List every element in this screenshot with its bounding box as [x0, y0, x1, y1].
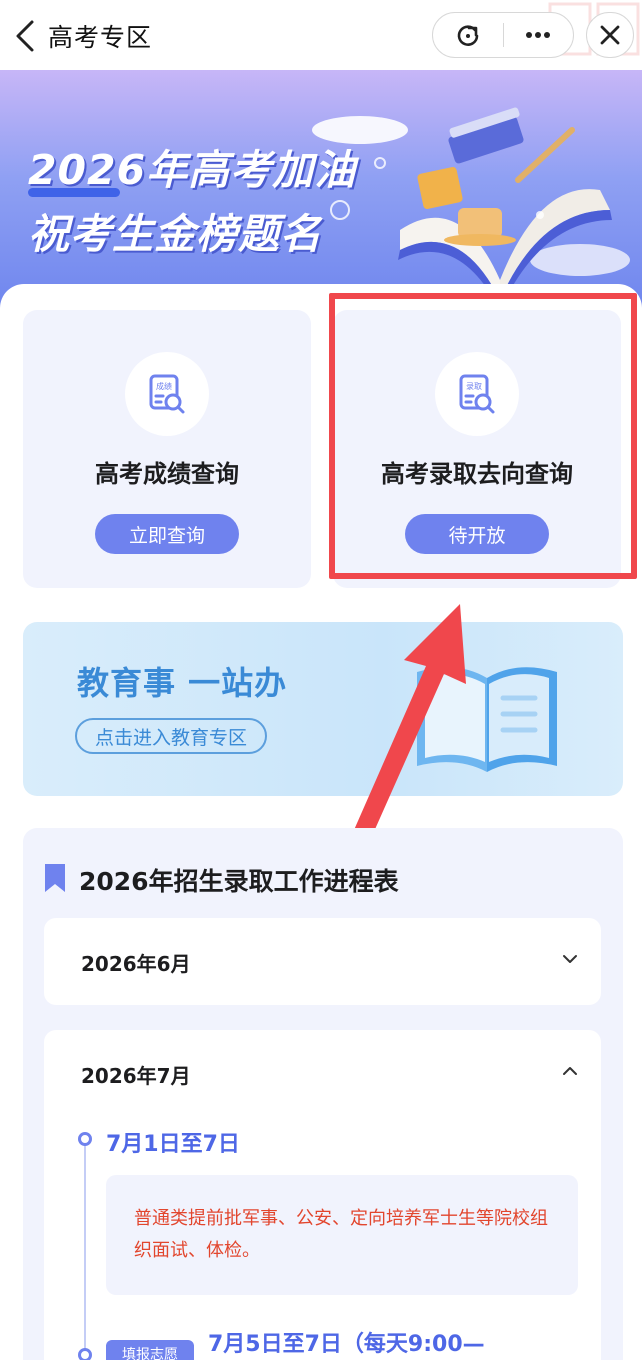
close-icon — [600, 25, 620, 45]
hero-banner: 2026年高考加油 祝考生金榜题名 — [0, 70, 642, 310]
timeline-line — [84, 1142, 86, 1360]
chevron-left-icon — [16, 20, 34, 52]
timeline-dot — [78, 1348, 92, 1360]
month-label: 2026年6月 — [81, 952, 191, 976]
education-banner[interactable]: 教育事 一站办 点击进入教育专区 — [23, 622, 623, 796]
education-banner-title: 教育事 一站办 — [77, 664, 288, 702]
score-icon-label: 成绩 — [156, 381, 172, 391]
month-june[interactable]: 2026年6月 — [44, 918, 601, 1005]
admission-schedule-panel: 2026年招生录取工作进程表 2026年6月 2026年7月 7月1日至7日 普… — [23, 828, 623, 1360]
mini-program-capsule — [432, 12, 574, 58]
score-query-title: 高考成绩查询 — [95, 460, 239, 488]
chevron-down-icon — [563, 955, 577, 963]
month-july: 2026年7月 7月1日至7日 普通类提前批军事、公安、定向培养军士生等院校组织… — [44, 1030, 601, 1360]
open-book-illustration — [312, 107, 630, 310]
banner-title-line2: 祝考生金榜题名 — [28, 210, 322, 258]
red-highlight-box — [329, 293, 637, 579]
timeline-detail-text: 普通类提前批军事、公安、定向培养军士生等院校组织面试、体检。 — [134, 1208, 548, 1261]
timeline-detail-box: 普通类提前批军事、公安、定向培养军士生等院校组织面试、体检。 — [106, 1175, 578, 1295]
more-icon — [526, 32, 551, 38]
enter-education-zone-button[interactable]: 点击进入教育专区 — [75, 718, 268, 754]
schedule-title: 2026年招生录取工作进程表 — [79, 867, 399, 896]
page-title: 高考专区 — [48, 23, 153, 52]
score-query-card[interactable]: 成绩 高考成绩查询 立即查询 — [23, 310, 311, 588]
bookmark-icon — [45, 864, 65, 892]
top-bar: 高考专区 — [0, 0, 642, 70]
month-label: 2026年7月 — [81, 1064, 191, 1088]
score-search-icon: 成绩 — [125, 352, 209, 436]
query-now-button[interactable]: 立即查询 — [95, 514, 239, 554]
timeline-date: 7月5日至7日（每天9:00— — [208, 1332, 485, 1357]
more-button[interactable] — [504, 13, 574, 57]
red-arrow-annotation — [354, 604, 466, 836]
refresh-icon — [457, 25, 479, 46]
chevron-up-icon[interactable] — [561, 1062, 579, 1080]
fill-application-tag: 填报志愿 — [106, 1340, 194, 1360]
timeline-date: 7月1日至7日 — [106, 1132, 240, 1157]
refresh-button[interactable] — [433, 13, 503, 57]
timeline-dot — [78, 1132, 92, 1146]
back-button[interactable] — [10, 16, 40, 56]
close-button[interactable] — [586, 12, 634, 58]
banner-underline — [28, 188, 120, 197]
